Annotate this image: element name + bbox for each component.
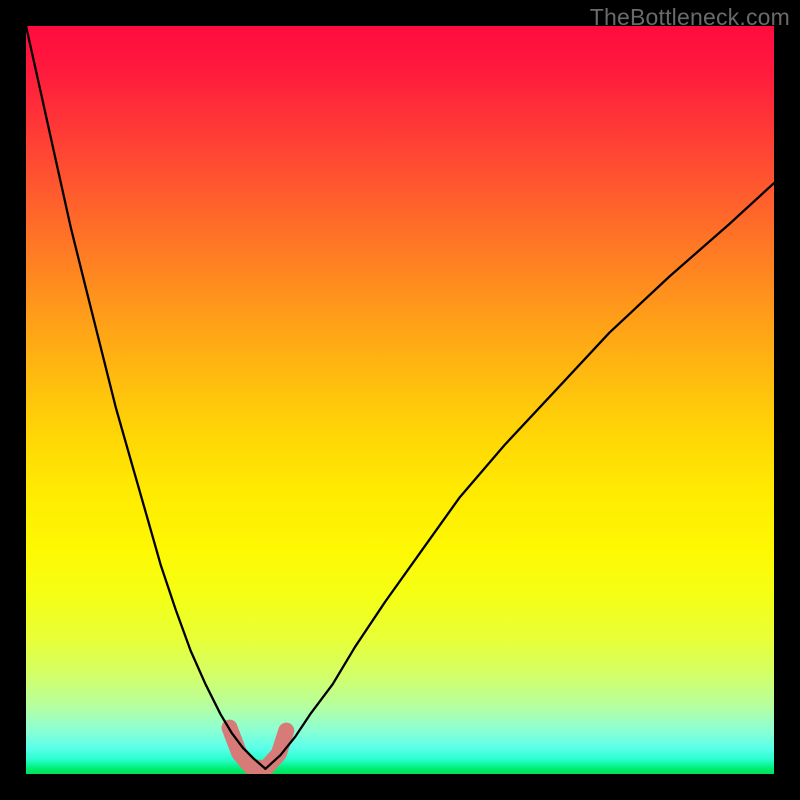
bottleneck-curve-left [26, 26, 265, 769]
watermark-text: TheBottleneck.com [590, 4, 790, 31]
chart-frame: TheBottleneck.com [0, 0, 800, 800]
bottleneck-curve-right [265, 183, 774, 769]
plot-area [26, 26, 774, 774]
curve-layer [26, 26, 774, 774]
